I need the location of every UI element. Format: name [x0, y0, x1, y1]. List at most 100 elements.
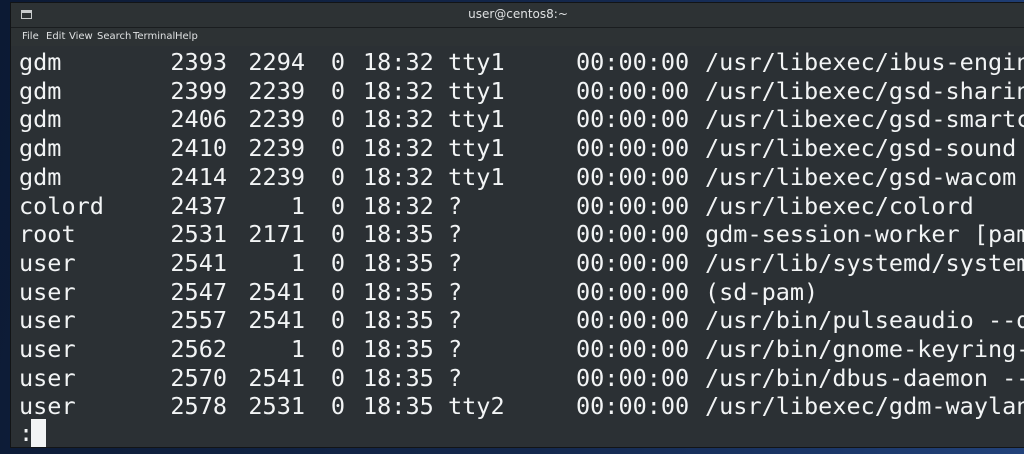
- menu-search[interactable]: Search: [97, 31, 131, 42]
- user-cell: gdm: [19, 105, 62, 134]
- menu-bar: File Edit View Search Terminal Help: [11, 28, 1024, 46]
- menu-file[interactable]: File: [22, 31, 39, 42]
- pid-cell: 2437: [170, 191, 227, 220]
- menu-edit[interactable]: Edit: [46, 31, 65, 42]
- cpu-cell: 0: [330, 162, 345, 191]
- pid-cell: 2414: [170, 162, 227, 191]
- cpu-time-cell: 00:00:00: [576, 162, 690, 191]
- start-time-cell: 18:32: [363, 162, 434, 191]
- pid-cell: 2570: [170, 363, 227, 392]
- user-cell: user: [19, 363, 76, 392]
- menu-view[interactable]: View: [69, 31, 93, 42]
- start-time-cell: 18:35: [363, 306, 434, 335]
- tty-cell: ?: [448, 248, 463, 277]
- cpu-time-cell: 00:00:00: [576, 76, 690, 105]
- command-cell: /usr/libexec/gsd-wacom: [705, 162, 1017, 191]
- pid-cell: 2531: [170, 220, 227, 249]
- cpu-cell: 0: [330, 363, 345, 392]
- start-time-cell: 18:32: [363, 48, 434, 76]
- tty-cell: ?: [448, 335, 463, 363]
- ppid-cell: 2239: [248, 134, 305, 163]
- cpu-cell: 0: [330, 134, 345, 163]
- command-cell: /usr/libexec/gsd-sharin: [705, 76, 1024, 105]
- user-cell: gdm: [19, 134, 62, 163]
- ppid-cell: 2294: [248, 48, 305, 76]
- cpu-time-cell: 00:00:00: [576, 306, 690, 335]
- command-cell: /usr/bin/dbus-daemon --: [705, 363, 1024, 392]
- tty-cell: ?: [448, 363, 463, 392]
- start-time-cell: 18:35: [363, 220, 434, 249]
- cpu-time-cell: 00:00:00: [576, 220, 690, 249]
- menu-terminal[interactable]: Terminal: [133, 31, 175, 42]
- menu-help[interactable]: Help: [175, 31, 198, 42]
- start-time-cell: 18:32: [363, 191, 434, 220]
- cpu-cell: 0: [330, 248, 345, 277]
- pid-cell: 2547: [170, 277, 227, 306]
- title-bar[interactable]: user@centos8:~: [11, 3, 1024, 28]
- pid-cell: 2410: [170, 134, 227, 163]
- command-cell: /usr/libexec/gdm-waylan: [705, 392, 1024, 421]
- tty-cell: tty2: [448, 392, 505, 421]
- user-cell: user: [19, 277, 76, 306]
- user-cell: root: [19, 220, 76, 249]
- ppid-cell: 1: [290, 191, 305, 220]
- cpu-time-cell: 00:00:00: [576, 335, 690, 363]
- cpu-time-cell: 00:00:00: [576, 248, 690, 277]
- desktop-background: user@centos8:~ File Edit View Search Ter…: [0, 0, 1024, 454]
- ppid-cell: 2239: [248, 162, 305, 191]
- ppid-cell: 2531: [248, 392, 305, 421]
- pid-cell: 2562: [170, 335, 227, 363]
- cpu-cell: 0: [330, 335, 345, 363]
- user-cell: colord: [19, 191, 104, 220]
- tty-cell: tty1: [448, 134, 505, 163]
- tty-cell: tty1: [448, 105, 505, 134]
- command-cell: /usr/libexec/ibus-engin: [705, 48, 1024, 76]
- pid-cell: 2578: [170, 392, 227, 421]
- cpu-cell: 0: [330, 48, 345, 76]
- cpu-time-cell: 00:00:00: [576, 134, 690, 163]
- ppid-cell: 2541: [248, 277, 305, 306]
- terminal-output[interactable]: user 2578 2531 0 18:35 tty2 00:00:00/usr/libex…: [11, 46, 1024, 447]
- ppid-cell: 2239: [248, 76, 305, 105]
- cpu-cell: 0: [330, 392, 345, 421]
- user-cell: user: [19, 248, 76, 277]
- user-cell: user: [19, 335, 76, 363]
- cpu-time-cell: 00:00:00: [576, 48, 690, 76]
- cpu-time-cell: 00:00:00: [576, 277, 690, 306]
- cpu-time-cell: 00:00:00: [576, 392, 690, 421]
- command-cell: /usr/libexec/colord: [705, 191, 974, 220]
- cpu-cell: 0: [330, 191, 345, 220]
- cpu-time-cell: 00:00:00: [576, 191, 690, 220]
- start-time-cell: 18:35: [363, 363, 434, 392]
- start-time-cell: 18:35: [363, 277, 434, 306]
- ppid-cell: 2171: [248, 220, 305, 249]
- cpu-cell: 0: [330, 220, 345, 249]
- start-time-cell: 18:32: [363, 134, 434, 163]
- pager-prompt[interactable]: :: [19, 418, 46, 447]
- user-cell: gdm: [19, 48, 62, 76]
- user-cell: gdm: [19, 162, 62, 191]
- pid-cell: 2393: [170, 48, 227, 76]
- terminal-window[interactable]: user@centos8:~ File Edit View Search Ter…: [10, 2, 1024, 448]
- pid-cell: 2541: [170, 248, 227, 277]
- pid-cell: 2557: [170, 306, 227, 335]
- tty-cell: ?: [448, 191, 463, 220]
- ppid-cell: 2541: [248, 306, 305, 335]
- cpu-cell: 0: [330, 277, 345, 306]
- cpu-time-cell: 00:00:00: [576, 363, 690, 392]
- start-time-cell: 18:32: [363, 105, 434, 134]
- start-time-cell: 18:35: [363, 392, 434, 421]
- command-cell: /usr/bin/pulseaudio --d: [705, 306, 1024, 335]
- command-cell: /usr/bin/gnome-keyring-: [705, 335, 1024, 363]
- start-time-cell: 18:35: [363, 335, 434, 363]
- text-cursor: [31, 419, 46, 447]
- command-cell: (sd-pam): [705, 277, 819, 306]
- ppid-cell: 1: [290, 248, 305, 277]
- ppid-cell: 1: [290, 335, 305, 363]
- ppid-cell: 2239: [248, 105, 305, 134]
- tty-cell: tty1: [448, 48, 505, 76]
- tty-cell: tty1: [448, 76, 505, 105]
- pid-cell: 2406: [170, 105, 227, 134]
- tty-cell: tty1: [448, 162, 505, 191]
- cpu-time-cell: 00:00:00: [576, 105, 690, 134]
